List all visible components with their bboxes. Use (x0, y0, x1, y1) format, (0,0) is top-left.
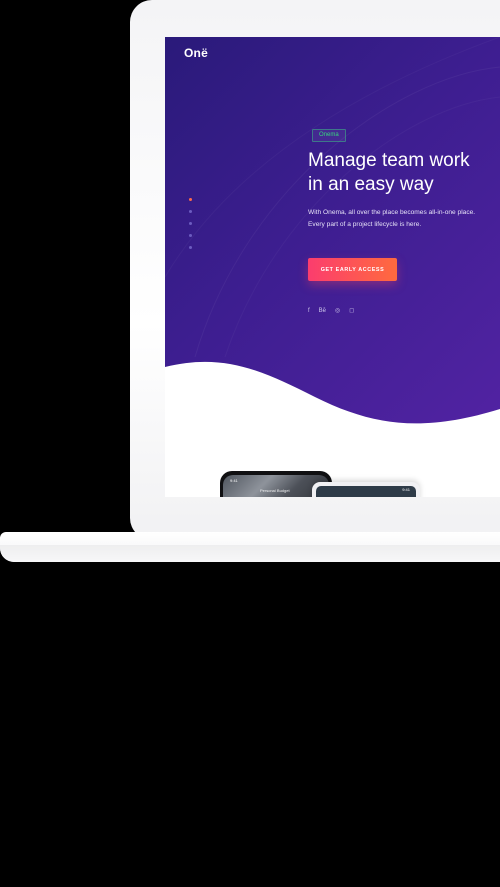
slide-dot-5[interactable] (189, 246, 192, 249)
behance-icon[interactable]: Bē (319, 308, 326, 314)
hero-wave (165, 361, 500, 477)
laptop-screen: Onë Onema Manage team work in an easy wa… (165, 37, 500, 497)
hero-description-line-2: Every part of a project lifecycle is her… (308, 221, 422, 228)
phone-screen-light (316, 486, 416, 497)
instagram-icon[interactable]: ◻ (349, 308, 354, 314)
facebook-icon[interactable]: f (308, 308, 310, 314)
phone2-status-time: 9:41 (402, 487, 410, 492)
brand-badge: Onema (312, 129, 346, 142)
hero-title-line-1: Manage team work (308, 150, 470, 171)
phone-app-title: Personal Budget (260, 488, 290, 493)
phone-status-time: 9:41 (230, 478, 238, 483)
hero-description: With Onema, all over the place becomes a… (308, 207, 498, 231)
hero-description-line-1: With Onema, all over the place becomes a… (308, 209, 476, 216)
slide-dot-3[interactable] (189, 222, 192, 225)
slide-dot-4[interactable] (189, 234, 192, 237)
phone-mockup-light: 9:41 (312, 482, 420, 497)
get-early-access-button[interactable]: GET EARLY ACCESS (308, 258, 397, 281)
slide-dot-1[interactable] (189, 198, 192, 201)
hero-title-line-2: in an easy way (308, 174, 434, 195)
site-logo[interactable]: Onë (184, 46, 208, 60)
social-links: f Bē ◎ ◻ (308, 308, 354, 314)
slide-pagination (189, 198, 192, 249)
dribbble-icon[interactable]: ◎ (335, 308, 340, 314)
laptop-base-lip (0, 545, 500, 562)
hero-section: Onë Onema Manage team work in an easy wa… (165, 37, 500, 477)
hero-title: Manage team work in an easy way (308, 149, 498, 197)
slide-dot-2[interactable] (189, 210, 192, 213)
